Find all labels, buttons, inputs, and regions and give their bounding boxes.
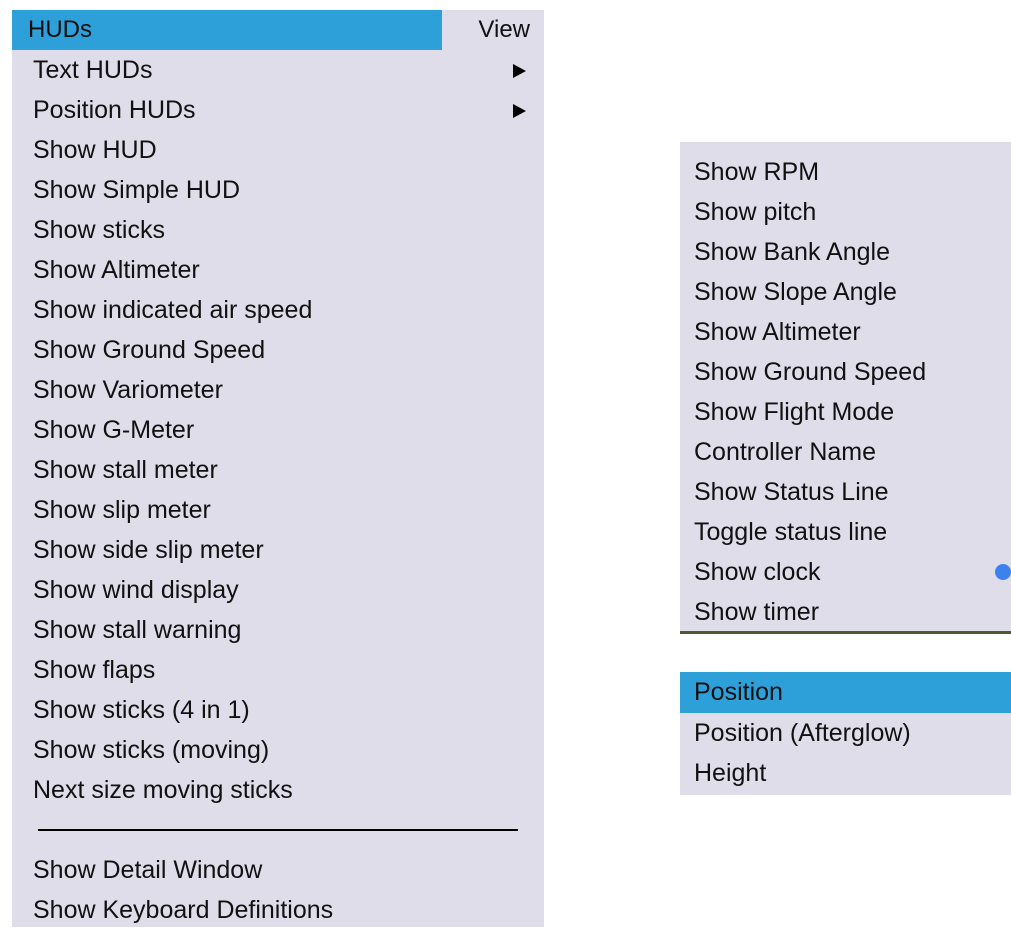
- menu-item-label: Show Bank Angle: [694, 238, 890, 266]
- menu-item-label: Show slip meter: [33, 496, 211, 524]
- menu-item-show-keyboard-definitions[interactable]: Show Keyboard Definitions: [12, 890, 544, 930]
- menu-item-position-afterglow[interactable]: Position (Afterglow): [680, 713, 1011, 753]
- menu-item-show-clock[interactable]: Show clock: [680, 552, 1011, 592]
- menu-item-show-stall-meter[interactable]: Show stall meter: [12, 450, 544, 490]
- menu-item-show-flight-mode[interactable]: Show Flight Mode: [680, 392, 1011, 432]
- menu-item-label: Position HUDs: [33, 96, 196, 124]
- submenu-arrow-icon: [513, 64, 526, 78]
- menu-item-label: Show RPM: [694, 158, 820, 186]
- menu-item-show-g-meter[interactable]: Show G-Meter: [12, 410, 544, 450]
- position-huds-submenu: Position Position (Afterglow) Height: [680, 672, 1011, 795]
- menu-item-label: Show Simple HUD: [33, 176, 241, 204]
- menu-item-show-simple-hud[interactable]: Show Simple HUD: [12, 170, 544, 210]
- menu-item-height[interactable]: Height: [680, 753, 1011, 793]
- menu-item-show-sticks-4-in-1[interactable]: Show sticks (4 in 1): [12, 690, 544, 730]
- menu-item-label: Show sticks (moving): [33, 736, 270, 764]
- menu-item-show-side-slip-meter[interactable]: Show side slip meter: [12, 530, 544, 570]
- menu-item-show-variometer[interactable]: Show Variometer: [12, 370, 544, 410]
- selected-radio-icon: [995, 564, 1011, 580]
- menu-item-label: Position: [694, 678, 783, 706]
- menu-item-show-slip-meter[interactable]: Show slip meter: [12, 490, 544, 530]
- huds-menu-title[interactable]: HUDs: [28, 16, 92, 44]
- menu-item-label: Show Status Line: [694, 478, 889, 506]
- menu-item-label: Show stall warning: [33, 616, 242, 644]
- view-menu-label[interactable]: View: [478, 16, 530, 44]
- menu-item-show-bank-angle[interactable]: Show Bank Angle: [680, 232, 1011, 272]
- menu-item-label: Show Ground Speed: [694, 358, 927, 386]
- menu-item-label: Show Ground Speed: [33, 336, 266, 364]
- menu-item-label: Show Keyboard Definitions: [33, 896, 334, 924]
- menu-item-text-huds[interactable]: Text HUDs: [12, 50, 544, 90]
- menu-item-label: Show wind display: [33, 576, 239, 604]
- menu-item-label: Show sticks: [33, 216, 165, 244]
- menu-item-label: Show Altimeter: [33, 256, 200, 284]
- huds-menu-header[interactable]: HUDs View: [12, 10, 544, 50]
- menu-item-label: Show Variometer: [33, 376, 223, 404]
- menu-item-show-altimeter[interactable]: Show Altimeter: [12, 250, 544, 290]
- menu-item-label: Show sticks (4 in 1): [33, 696, 250, 724]
- menu-item-label: Show stall meter: [33, 456, 218, 484]
- menu-item-next-size-moving-sticks[interactable]: Next size moving sticks: [12, 770, 544, 810]
- menu-item-show-slope-angle[interactable]: Show Slope Angle: [680, 272, 1011, 312]
- menu-item-label: Show clock: [694, 558, 821, 586]
- menu-item-label: Show Altimeter: [694, 318, 861, 346]
- menu-item-show-flaps[interactable]: Show flaps: [12, 650, 544, 690]
- menu-item-label: Position (Afterglow): [694, 719, 911, 747]
- menu-item-toggle-status-line[interactable]: Toggle status line: [680, 512, 1011, 552]
- menu-item-controller-name[interactable]: Controller Name: [680, 432, 1011, 472]
- menu-item-show-hud[interactable]: Show HUD: [12, 130, 544, 170]
- menu-item-label: Show pitch: [694, 198, 817, 226]
- huds-menu: HUDs View Text HUDs Position HUDs Show H…: [12, 10, 544, 927]
- menu-separator: [12, 810, 544, 850]
- menu-item-show-stall-warning[interactable]: Show stall warning: [12, 610, 544, 650]
- menu-item-label: Show flaps: [33, 656, 156, 684]
- menu-item-position-huds[interactable]: Position HUDs: [12, 90, 544, 130]
- menu-item-label: Show Detail Window: [33, 856, 263, 884]
- menu-item-position[interactable]: Position: [680, 672, 1011, 713]
- menu-item-label: Next size moving sticks: [33, 776, 293, 804]
- menu-item-show-timer[interactable]: Show timer: [680, 592, 1011, 632]
- menu-item-label: Show timer: [694, 598, 820, 626]
- submenu-arrow-icon: [513, 104, 526, 118]
- menu-item-show-ground-speed[interactable]: Show Ground Speed: [680, 352, 1011, 392]
- menu-item-show-sticks-moving[interactable]: Show sticks (moving): [12, 730, 544, 770]
- menu-item-show-rpm[interactable]: Show RPM: [680, 152, 1011, 192]
- menu-item-label: Toggle status line: [694, 518, 888, 546]
- menu-item-label: Controller Name: [694, 438, 877, 466]
- menu-item-label: Show side slip meter: [33, 536, 264, 564]
- text-huds-submenu: Show RPM Show pitch Show Bank Angle Show…: [680, 142, 1011, 634]
- menu-item-show-pitch[interactable]: Show pitch: [680, 192, 1011, 232]
- menu-item-show-altimeter[interactable]: Show Altimeter: [680, 312, 1011, 352]
- menu-item-show-sticks[interactable]: Show sticks: [12, 210, 544, 250]
- menu-item-show-indicated-air-speed[interactable]: Show indicated air speed: [12, 290, 544, 330]
- menu-item-show-status-line[interactable]: Show Status Line: [680, 472, 1011, 512]
- menu-item-label: Height: [694, 759, 767, 787]
- menu-item-label: Show Flight Mode: [694, 398, 895, 426]
- menu-item-label: Show HUD: [33, 136, 157, 164]
- menu-item-show-wind-display[interactable]: Show wind display: [12, 570, 544, 610]
- menu-item-label: Show indicated air speed: [33, 296, 313, 324]
- menu-item-show-ground-speed[interactable]: Show Ground Speed: [12, 330, 544, 370]
- menu-item-label: Show Slope Angle: [694, 278, 897, 306]
- menu-item-label: Text HUDs: [33, 56, 153, 84]
- separator-line: [38, 829, 518, 831]
- menu-item-label: Show G-Meter: [33, 416, 195, 444]
- menu-item-show-detail-window[interactable]: Show Detail Window: [12, 850, 544, 890]
